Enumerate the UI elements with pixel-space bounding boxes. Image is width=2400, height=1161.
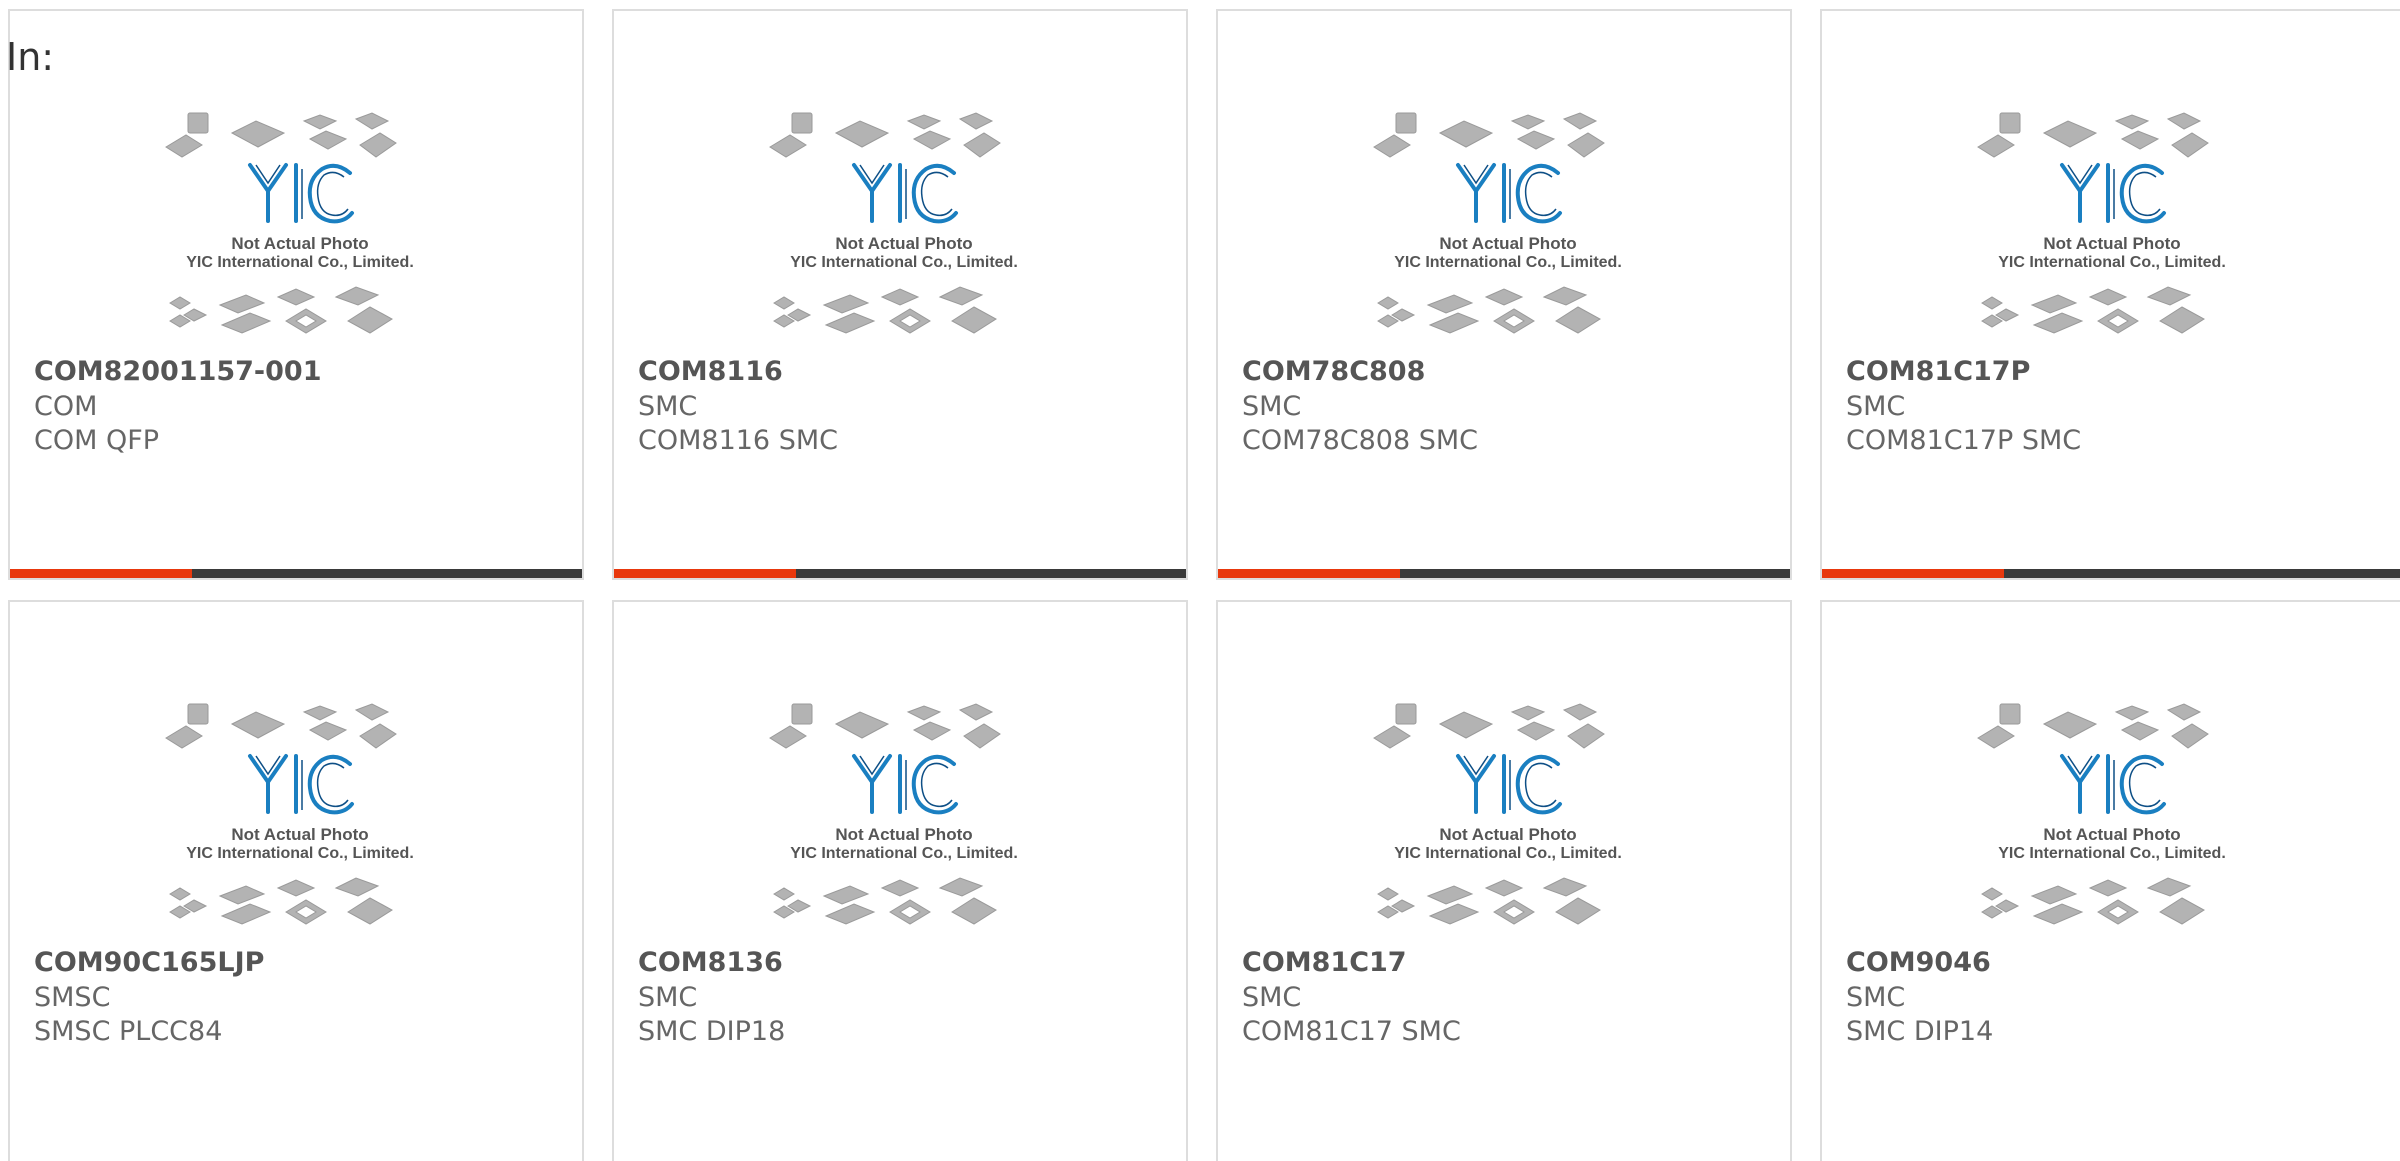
svg-text:Not Actual Photo: Not Actual Photo bbox=[1439, 825, 1576, 844]
svg-text:YIC International Co., Limited: YIC International Co., Limited. bbox=[1998, 254, 2226, 271]
chip-placeholder-icon[interactable]: Not Actual Photo YIC International Co., L… bbox=[1972, 690, 2252, 940]
manufacturer: COM bbox=[34, 391, 98, 422]
card-bottom-bar bbox=[1822, 569, 2400, 578]
card-accent-bar bbox=[10, 569, 192, 578]
svg-text:YIC International Co., Limited: YIC International Co., Limited. bbox=[790, 845, 1018, 862]
manufacturer: SMC bbox=[1846, 391, 1906, 422]
svg-text:Not Actual Photo: Not Actual Photo bbox=[231, 825, 368, 844]
card-accent-bar bbox=[614, 569, 796, 578]
product-grid: Not Actual Photo YIC International Co., L… bbox=[0, 0, 2400, 1161]
chip-placeholder-icon[interactable]: Not Actual Photo YIC International Co., L… bbox=[1368, 690, 1648, 940]
svg-text:Not Actual Photo: Not Actual Photo bbox=[2043, 234, 2180, 253]
chip-placeholder-icon[interactable]: Not Actual Photo YIC International Co., L… bbox=[160, 690, 440, 940]
product-grid-page: In: Not Actual Photo YIC International Co… bbox=[0, 0, 2400, 1161]
description: COM QFP bbox=[34, 425, 160, 456]
svg-text:Not Actual Photo: Not Actual Photo bbox=[2043, 825, 2180, 844]
chip-placeholder-icon[interactable]: Not Actual Photo YIC International Co., L… bbox=[764, 690, 1044, 940]
svg-text:YIC International Co., Limited: YIC International Co., Limited. bbox=[186, 845, 414, 862]
manufacturer: SMSC bbox=[34, 982, 111, 1013]
part-number[interactable]: COM78C808 bbox=[1242, 356, 1425, 388]
description: SMC DIP14 bbox=[1846, 1016, 1994, 1047]
card-bottom-bar bbox=[614, 569, 1186, 578]
part-number[interactable]: COM81C17 bbox=[1242, 947, 1407, 979]
description: SMC DIP18 bbox=[638, 1016, 786, 1047]
product-card[interactable]: Not Actual Photo YIC International Co., L… bbox=[8, 600, 584, 1161]
product-card[interactable]: Not Actual Photo YIC International Co., L… bbox=[1820, 600, 2400, 1161]
svg-text:YIC International Co., Limited: YIC International Co., Limited. bbox=[790, 254, 1018, 271]
description: COM8116 SMC bbox=[638, 425, 838, 456]
svg-text:Not Actual Photo: Not Actual Photo bbox=[835, 825, 972, 844]
chip-placeholder-icon[interactable]: Not Actual Photo YIC International Co., L… bbox=[160, 99, 440, 349]
description: COM81C17P SMC bbox=[1846, 425, 2082, 456]
svg-text:Not Actual Photo: Not Actual Photo bbox=[231, 234, 368, 253]
product-card[interactable]: Not Actual Photo YIC International Co., L… bbox=[8, 9, 584, 580]
part-number[interactable]: COM81C17P bbox=[1846, 356, 2030, 388]
card-bottom-bar bbox=[1218, 569, 1790, 578]
manufacturer: SMC bbox=[638, 391, 698, 422]
part-number[interactable]: COM9046 bbox=[1846, 947, 1991, 979]
product-card[interactable]: Not Actual Photo YIC International Co., L… bbox=[1820, 9, 2400, 580]
svg-text:YIC International Co., Limited: YIC International Co., Limited. bbox=[1394, 254, 1622, 271]
chip-placeholder-icon[interactable]: Not Actual Photo YIC International Co., L… bbox=[1972, 99, 2252, 349]
chip-placeholder-icon[interactable]: Not Actual Photo YIC International Co., L… bbox=[1368, 99, 1648, 349]
manufacturer: SMC bbox=[638, 982, 698, 1013]
part-number[interactable]: COM90C165LJP bbox=[34, 947, 264, 979]
card-accent-bar bbox=[1822, 569, 2004, 578]
svg-text:Not Actual Photo: Not Actual Photo bbox=[1439, 234, 1576, 253]
card-bottom-bar bbox=[10, 569, 582, 578]
manufacturer: SMC bbox=[1242, 982, 1302, 1013]
part-number[interactable]: COM8116 bbox=[638, 356, 783, 388]
product-card[interactable]: Not Actual Photo YIC International Co., L… bbox=[1216, 9, 1792, 580]
card-accent-bar bbox=[1218, 569, 1400, 578]
chip-placeholder-icon[interactable]: Not Actual Photo YIC International Co., L… bbox=[764, 99, 1044, 349]
description: SMSC PLCC84 bbox=[34, 1016, 223, 1047]
svg-text:Not Actual Photo: Not Actual Photo bbox=[835, 234, 972, 253]
description: COM81C17 SMC bbox=[1242, 1016, 1461, 1047]
part-number[interactable]: COM82001157-001 bbox=[34, 356, 322, 388]
svg-text:YIC International Co., Limited: YIC International Co., Limited. bbox=[1394, 845, 1622, 862]
part-number[interactable]: COM8136 bbox=[638, 947, 783, 979]
product-card[interactable]: Not Actual Photo YIC International Co., L… bbox=[1216, 600, 1792, 1161]
product-card[interactable]: Not Actual Photo YIC International Co., L… bbox=[612, 600, 1188, 1161]
manufacturer: SMC bbox=[1846, 982, 1906, 1013]
description: COM78C808 SMC bbox=[1242, 425, 1479, 456]
section-heading: In: bbox=[6, 35, 55, 79]
svg-text:YIC International Co., Limited: YIC International Co., Limited. bbox=[1998, 845, 2226, 862]
product-card[interactable]: Not Actual Photo YIC International Co., L… bbox=[612, 9, 1188, 580]
manufacturer: SMC bbox=[1242, 391, 1302, 422]
svg-text:YIC International Co., Limited: YIC International Co., Limited. bbox=[186, 254, 414, 271]
